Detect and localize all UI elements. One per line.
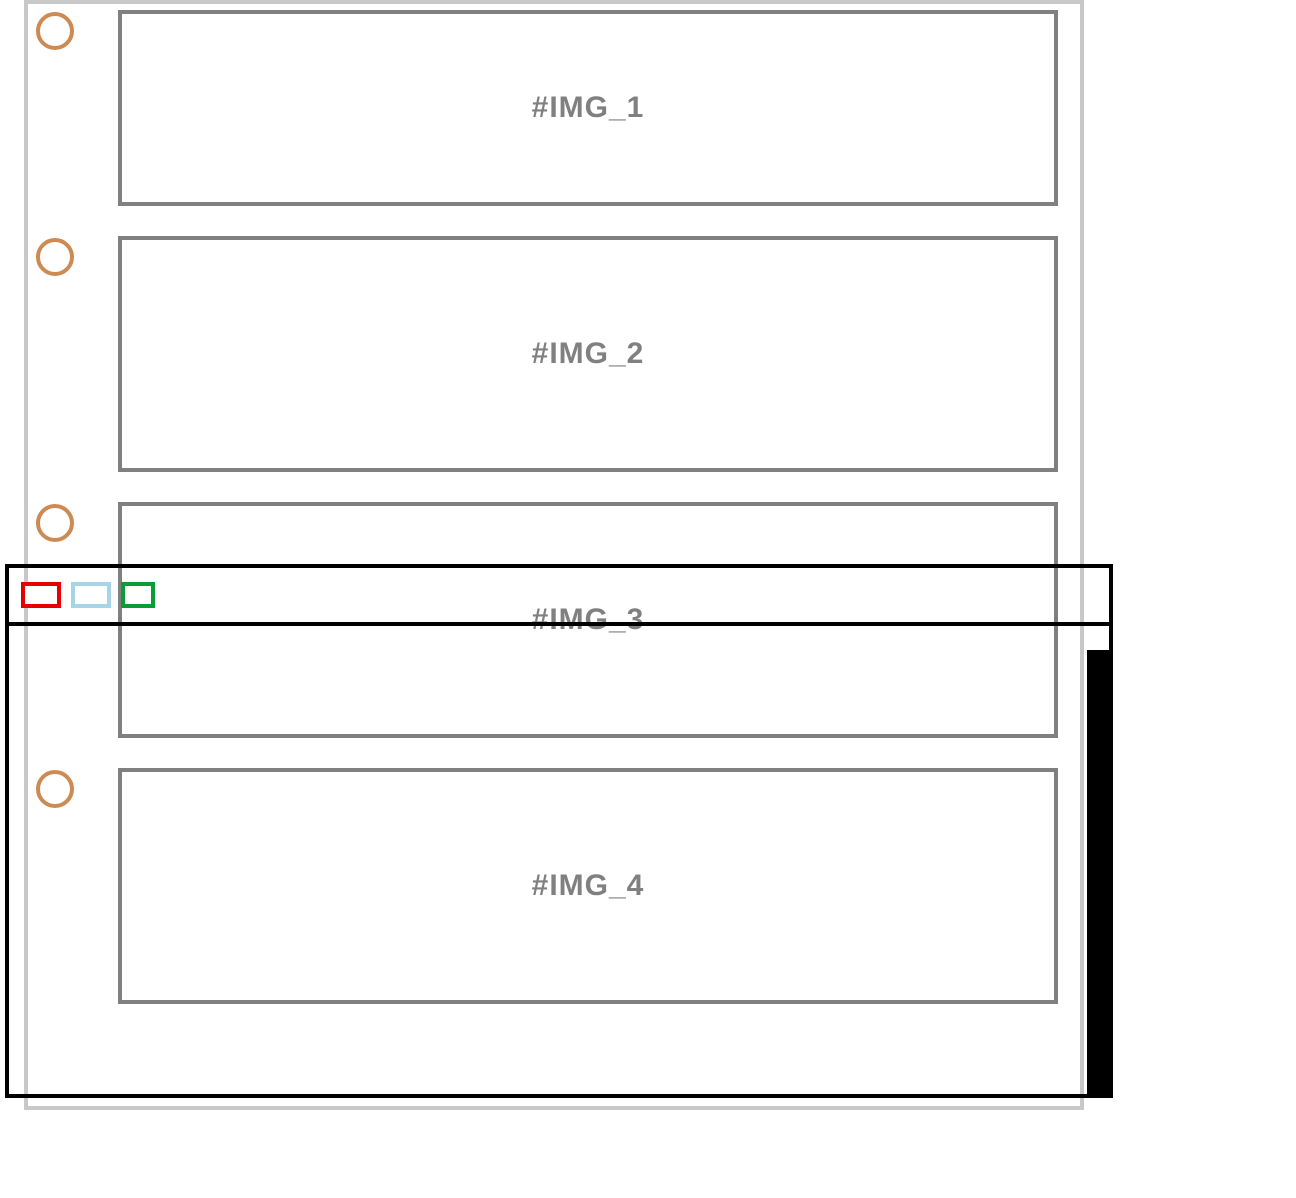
bullet-circle-icon: [36, 504, 74, 542]
scrollbar-track[interactable]: [1087, 650, 1109, 1094]
browser-titlebar[interactable]: [9, 568, 1109, 626]
bullet-circle-icon: [36, 238, 74, 276]
image-placeholder-label: #IMG_2: [532, 337, 645, 371]
minimize-button[interactable]: [71, 582, 111, 608]
image-placeholder-2: #IMG_2: [118, 236, 1058, 472]
browser-content: [9, 626, 1109, 1094]
browser-window: [5, 564, 1113, 1098]
image-placeholder-label: #IMG_1: [532, 91, 645, 125]
slot-row-1: #IMG_1: [28, 4, 1080, 206]
bullet-circle-icon: [36, 12, 74, 50]
scrollbar-track-cap: [1087, 626, 1109, 650]
image-placeholder-1: #IMG_1: [118, 10, 1058, 206]
close-button[interactable]: [21, 582, 61, 608]
slot-row-2: #IMG_2: [28, 230, 1080, 472]
zoom-button[interactable]: [121, 582, 155, 608]
